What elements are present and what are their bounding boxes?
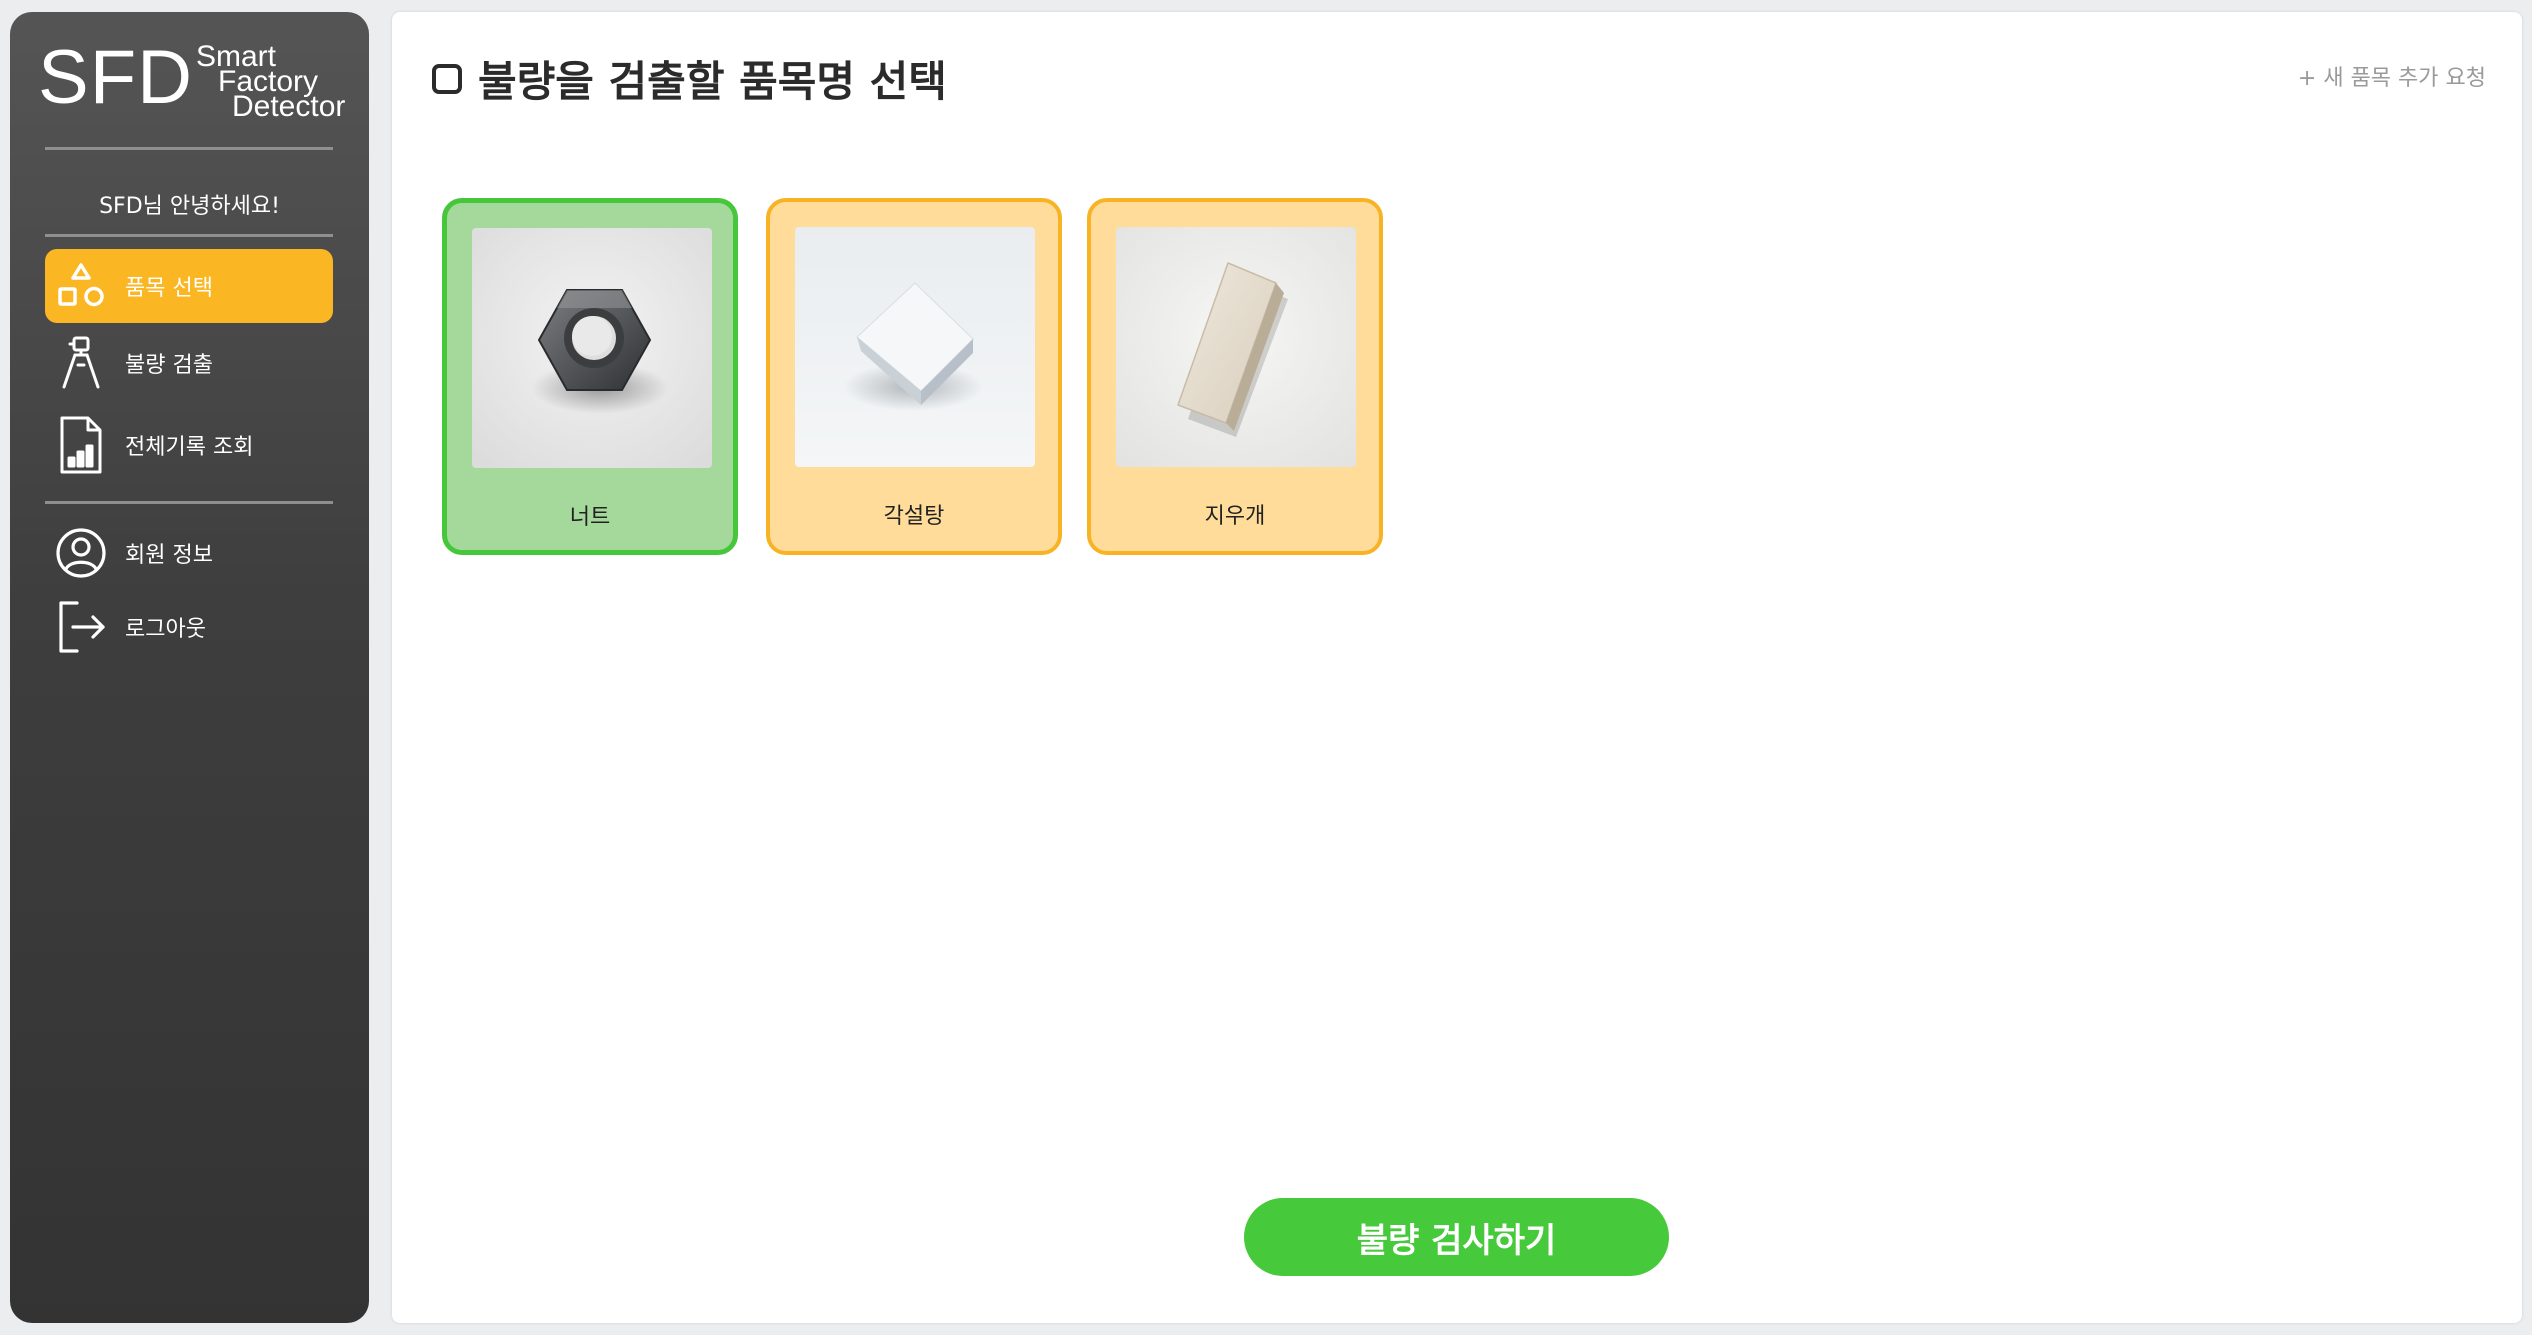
shapes-icon	[53, 253, 109, 319]
logout-icon	[53, 594, 109, 660]
sidebar-item-item-select[interactable]: 품목 선택	[45, 249, 333, 323]
sidebar-item-label: 로그아웃	[125, 617, 206, 642]
sidebar-item-label: 불량 검출	[125, 353, 213, 378]
page-title: 불량을 검출할 품목명 선택	[432, 48, 947, 109]
logo-text: SFD	[38, 35, 193, 120]
item-card-label: 너트	[569, 505, 611, 530]
item-card-sugar-cube[interactable]: 각설탕	[766, 198, 1062, 555]
main-panel: 불량을 검출할 품목명 선택 + 새 품목 추가 요청 너트 각설탕 지우개 불…	[392, 12, 2522, 1323]
app-logo[interactable]: SFD Smart Factory Detector	[38, 34, 358, 134]
report-chart-icon	[53, 412, 109, 478]
sidebar: SFD Smart Factory Detector SFD님 안녕하세요! 품…	[10, 12, 369, 1323]
title-checkbox-icon	[432, 63, 462, 94]
add-item-request-link[interactable]: + 새 품목 추가 요청	[2298, 60, 2486, 92]
hex-nut-image	[472, 228, 712, 468]
sidebar-item-logout[interactable]: 로그아웃	[45, 590, 333, 664]
eraser-image	[1116, 227, 1356, 467]
item-card-label: 지우개	[1204, 504, 1266, 529]
sugar-cube-image	[795, 227, 1035, 467]
user-circle-icon	[53, 520, 109, 586]
sidebar-item-label: 품목 선택	[125, 276, 213, 301]
inspect-defect-button[interactable]: 불량 검사하기	[1244, 1198, 1669, 1276]
divider	[45, 147, 333, 150]
item-card-nut[interactable]: 너트	[442, 198, 738, 555]
sidebar-item-label: 전체기록 조회	[125, 435, 254, 460]
divider	[45, 234, 333, 237]
page-title-text: 불량을 검출할 품목명 선택	[478, 57, 947, 106]
sidebar-item-defect-detect[interactable]: 불량 검출	[45, 326, 333, 400]
sidebar-item-all-records[interactable]: 전체기록 조회	[45, 408, 333, 482]
greeting-text: SFD님 안녕하세요!	[99, 194, 280, 219]
robot-arm-icon	[53, 330, 109, 396]
item-card-label: 각설탕	[883, 504, 945, 529]
sidebar-item-member-info[interactable]: 회원 정보	[45, 516, 333, 590]
logo-subtitle: Smart Factory Detector	[196, 42, 366, 122]
item-card-eraser[interactable]: 지우개	[1087, 198, 1383, 555]
sidebar-item-label: 회원 정보	[125, 543, 213, 568]
divider	[45, 501, 333, 504]
